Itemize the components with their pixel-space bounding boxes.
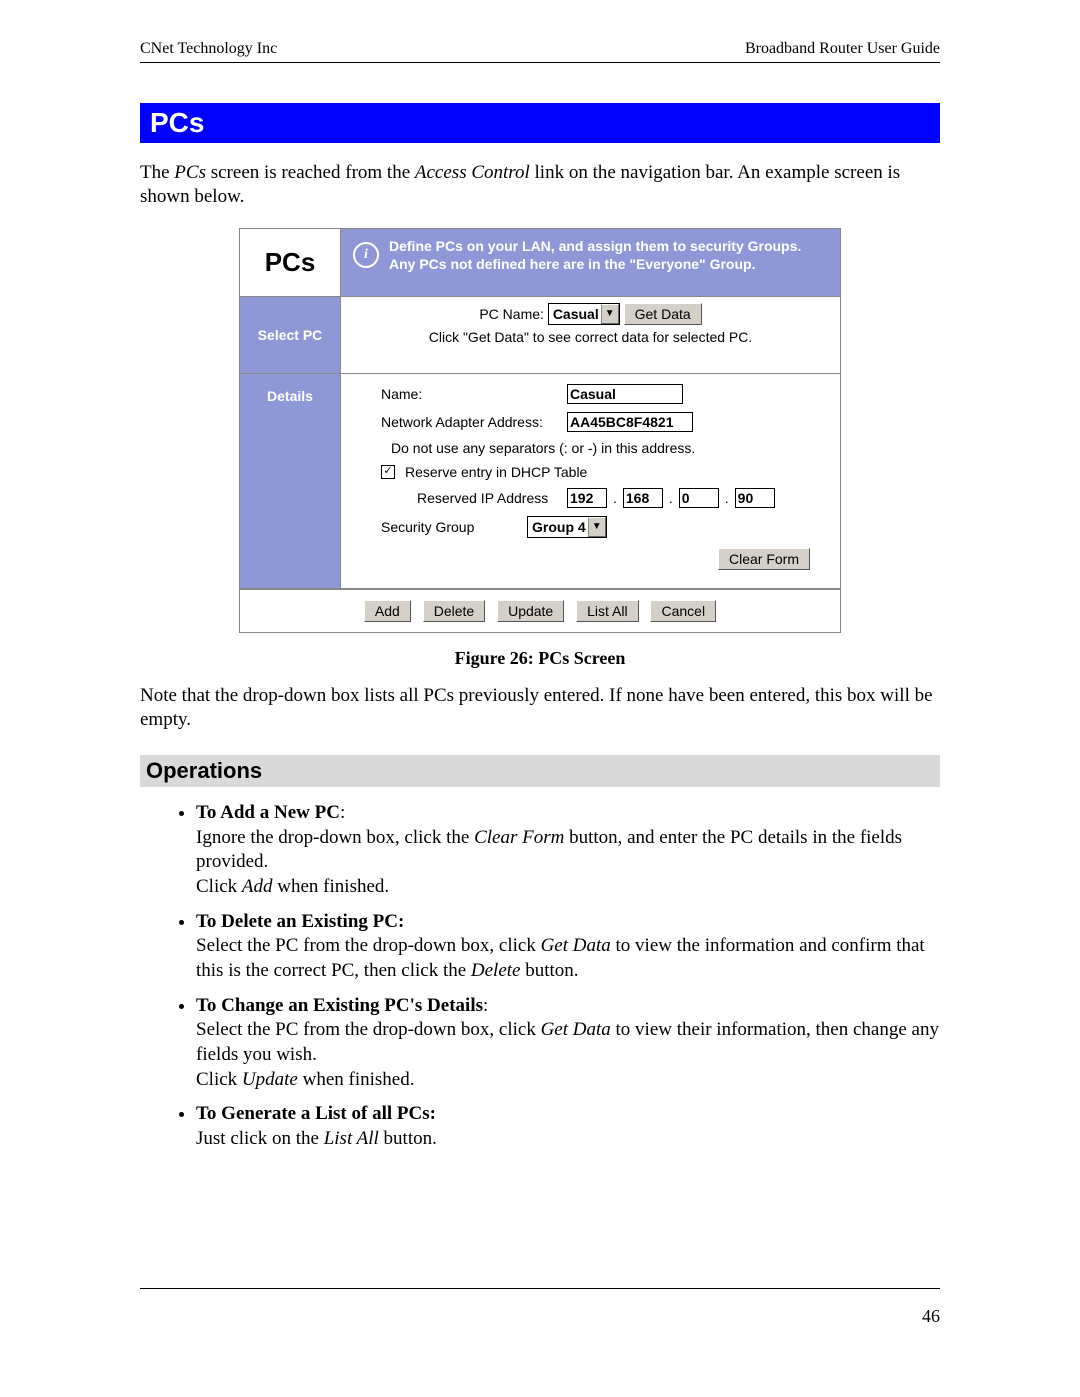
section-title-pcs: PCs — [140, 103, 940, 143]
chevron-down-icon: ▼ — [588, 517, 606, 537]
intro-paragraph: The PCs screen is reached from the Acces… — [140, 161, 940, 209]
update-button[interactable]: Update — [497, 600, 564, 622]
header-rule — [140, 62, 940, 63]
delete-button[interactable]: Delete — [423, 600, 485, 622]
header-left: CNet Technology Inc — [140, 40, 277, 58]
op-change: To Change an Existing PC's Details: Sele… — [196, 994, 940, 1093]
header-right: Broadband Router User Guide — [745, 40, 940, 58]
ip-octet-2[interactable] — [623, 488, 663, 508]
cancel-button[interactable]: Cancel — [650, 600, 716, 622]
list-all-button[interactable]: List All — [576, 600, 638, 622]
select-pc-section-label: Select PC — [240, 297, 341, 373]
name-input[interactable] — [567, 384, 683, 404]
reserve-checkbox[interactable]: ✓ — [381, 465, 395, 479]
reserve-label: Reserve entry in DHCP Table — [405, 464, 587, 480]
ip-octet-1[interactable] — [567, 488, 607, 508]
footer-rule — [140, 1288, 940, 1289]
reserved-ip-label: Reserved IP Address — [417, 490, 561, 506]
ip-octet-3[interactable] — [679, 488, 719, 508]
info-icon: i — [353, 242, 379, 268]
pc-name-label: PC Name: — [479, 306, 544, 322]
pc-name-dropdown[interactable]: Casual ▼ — [548, 303, 620, 325]
security-group-dropdown[interactable]: Group 4 ▼ — [527, 516, 607, 538]
add-button[interactable]: Add — [364, 600, 411, 622]
clear-form-button[interactable]: Clear Form — [718, 548, 810, 570]
adapter-input[interactable] — [567, 412, 693, 432]
note-paragraph: Note that the drop-down box lists all PC… — [140, 684, 940, 733]
security-group-label: Security Group — [381, 519, 521, 535]
ip-octet-4[interactable] — [735, 488, 775, 508]
op-list-all: To Generate a List of all PCs: Just clic… — [196, 1102, 940, 1151]
details-section-label: Details — [240, 374, 341, 588]
name-label: Name: — [381, 386, 561, 402]
adapter-label: Network Adapter Address: — [381, 414, 561, 430]
chevron-down-icon: ▼ — [601, 304, 619, 324]
page-number: 46 — [922, 1306, 940, 1327]
figure-caption: Figure 26: PCs Screen — [140, 648, 940, 669]
select-pc-hint: Click "Get Data" to see correct data for… — [351, 329, 830, 345]
get-data-button[interactable]: Get Data — [624, 303, 702, 325]
operations-heading: Operations — [140, 755, 940, 787]
action-button-bar: Add Delete Update List All Cancel — [240, 589, 840, 632]
op-add: To Add a New PC: Ignore the drop-down bo… — [196, 801, 940, 900]
op-delete: To Delete an Existing PC: Select the PC … — [196, 910, 940, 984]
pcs-panel-title: PCs — [240, 229, 341, 296]
pcs-screen-figure: PCs i Define PCs on your LAN, and assign… — [239, 228, 841, 633]
operations-list: To Add a New PC: Ignore the drop-down bo… — [140, 801, 940, 1152]
info-text: Define PCs on your LAN, and assign them … — [389, 237, 828, 273]
separators-note: Do not use any separators (: or -) in th… — [391, 440, 695, 456]
